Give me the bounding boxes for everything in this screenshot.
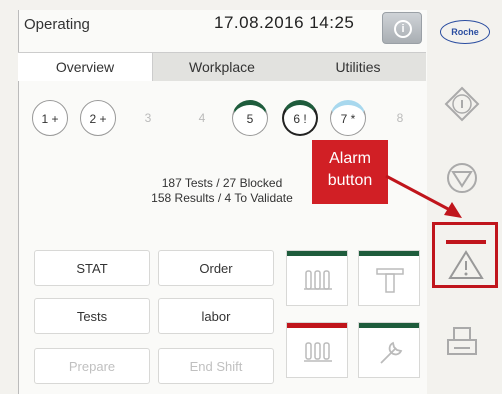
warning-down-icon[interactable]: [438, 154, 486, 202]
rack-3[interactable]: 3: [130, 100, 166, 136]
wrench-icon: [380, 341, 403, 364]
reagent-tubes-icon: [304, 270, 332, 290]
rack-2[interactable]: 2 +: [80, 100, 116, 136]
prepare-button[interactable]: Prepare: [34, 348, 150, 384]
alarm-callout: Alarm button: [312, 140, 388, 204]
callout-line-1: Alarm: [329, 150, 371, 167]
tile-reagents[interactable]: [286, 250, 348, 306]
rack-4[interactable]: 4: [184, 100, 220, 136]
tests-button[interactable]: Tests: [34, 298, 150, 334]
stat-button[interactable]: STAT: [34, 250, 150, 286]
rack-5[interactable]: 5: [232, 100, 268, 136]
tile-calibration[interactable]: [358, 250, 420, 306]
info-icon: i: [394, 20, 412, 38]
calibration-t-icon: [376, 268, 404, 293]
sample-tubes-icon: [304, 342, 332, 362]
summary-tests: 187 Tests / 27 Blocked: [161, 176, 283, 190]
tab-overview[interactable]: Overview: [18, 52, 152, 81]
tile-samples[interactable]: [286, 322, 348, 378]
labor-button[interactable]: labor: [158, 298, 274, 334]
test-summary: 187 Tests / 27 Blocked 158 Results / 4 T…: [142, 176, 302, 206]
tab-utilities[interactable]: Utilities: [290, 52, 426, 81]
callout-line-2: button: [327, 172, 373, 189]
system-status: Operating: [24, 16, 90, 33]
rack-7[interactable]: 7 *: [330, 100, 366, 136]
info-diamond-icon[interactable]: [438, 80, 486, 128]
printer-icon[interactable]: [438, 318, 486, 366]
end-shift-button[interactable]: End Shift: [158, 348, 274, 384]
tab-workplace[interactable]: Workplace: [152, 52, 292, 81]
alarm-indicator-bar: [446, 240, 486, 244]
rack-8[interactable]: 8: [382, 100, 418, 136]
tile-maintenance[interactable]: [358, 322, 420, 378]
summary-results: 158 Results / 4 To Validate: [151, 191, 293, 205]
rack-1[interactable]: 1 +: [32, 100, 68, 136]
roche-logo: Roche: [440, 20, 490, 44]
info-button[interactable]: i: [382, 12, 422, 44]
date-time: 17.08.2016 14:25: [214, 13, 355, 32]
alarm-icon: [448, 250, 484, 279]
rack-6[interactable]: 6 !: [282, 100, 318, 136]
order-button[interactable]: Order: [158, 250, 274, 286]
